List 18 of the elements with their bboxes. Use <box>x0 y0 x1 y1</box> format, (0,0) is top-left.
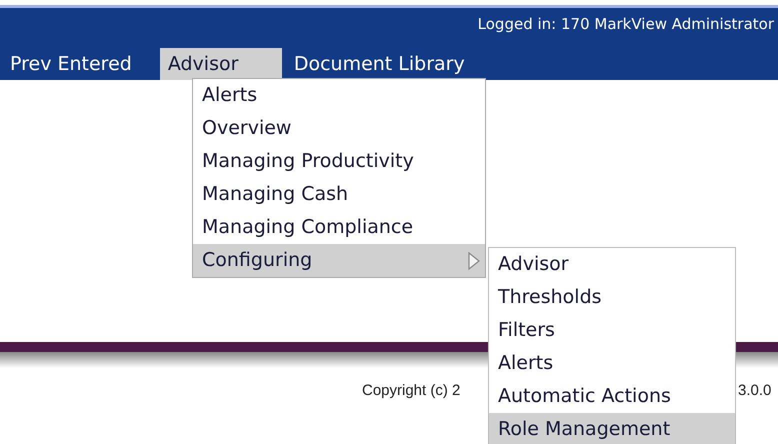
menu-item[interactable]: Alerts <box>489 347 735 380</box>
copyright-text: Copyright (c) 2 <box>362 382 462 399</box>
nav-menu-item[interactable]: Prev Entered <box>10 48 140 80</box>
menu-item[interactable]: Managing Productivity <box>193 145 485 178</box>
menu-item[interactable]: Advisor <box>489 248 735 281</box>
menu-item[interactable]: Configuring <box>193 244 485 277</box>
version-text: 3.0.0 <box>738 382 772 399</box>
menu-item[interactable]: Managing Cash <box>193 178 485 211</box>
menu-item[interactable]: Filters <box>489 314 735 347</box>
menu-item[interactable]: Role Management <box>489 413 735 444</box>
menu-item[interactable]: Automatic Actions <box>489 380 735 413</box>
menu-item[interactable]: Overview <box>193 112 485 145</box>
menu-item[interactable]: Managing Compliance <box>193 211 485 244</box>
menu-item[interactable]: Thresholds <box>489 281 735 314</box>
nav-menu-item[interactable]: Document Library <box>286 48 473 80</box>
nav-menu-item[interactable]: Advisor <box>160 48 282 80</box>
menu-item[interactable]: Alerts <box>193 79 485 112</box>
login-status: Logged in: 170 MarkView Administrator <box>476 14 775 35</box>
